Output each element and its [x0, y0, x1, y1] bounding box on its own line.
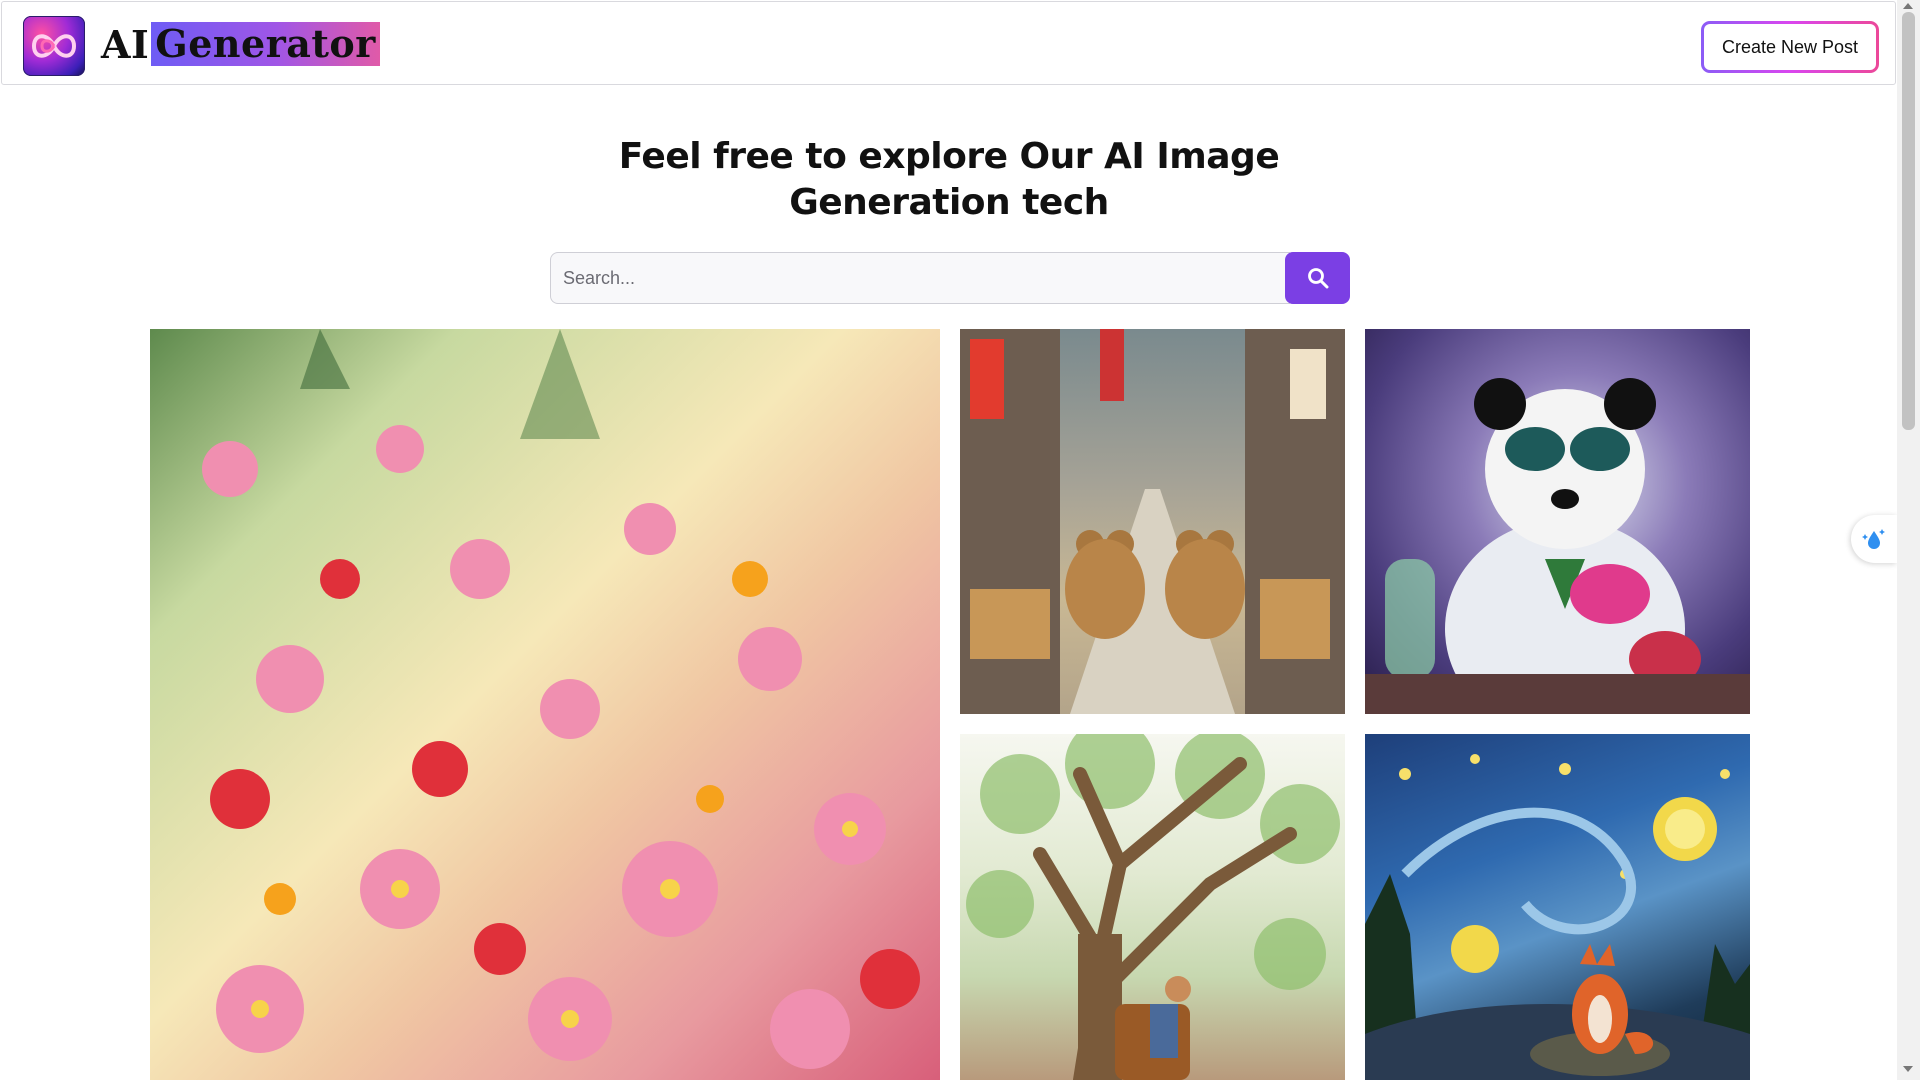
page-title-line1: Feel free to explore Our AI Image — [618, 136, 1280, 177]
starry-fox-image[interactable] — [1365, 734, 1750, 1080]
brand-logotype[interactable]: AI Generator — [101, 21, 380, 67]
brand-generator-text: Generator — [151, 22, 380, 66]
tree-with-man-in-armchair-icon — [966, 734, 1340, 1080]
logo-icon[interactable] — [23, 16, 85, 76]
flowers-image[interactable] — [150, 329, 940, 1080]
page-title-line2: Generation tech — [789, 182, 1109, 223]
search-button[interactable] — [1285, 252, 1350, 304]
floating-assistant-button[interactable] — [1851, 515, 1897, 563]
teddy-bears-street-market-icon — [960, 329, 1345, 714]
create-new-post-button[interactable]: Create New Post — [1701, 21, 1879, 73]
panda-scientist-image[interactable] — [1365, 329, 1750, 714]
page: AI Generator Create New Post Feel free t… — [0, 0, 1897, 1080]
search-bar — [550, 252, 1350, 304]
fox-starry-night-icon — [1365, 754, 1750, 1080]
teddy-bears-market-image[interactable] — [960, 329, 1345, 714]
tree-armchair-image[interactable] — [960, 734, 1345, 1080]
search-icon — [1307, 268, 1328, 289]
page-scrollbar[interactable] — [1897, 0, 1920, 1080]
panda-chemist-icon — [1365, 378, 1750, 714]
scroll-up-arrow-icon[interactable] — [1903, 3, 1913, 9]
pink-cosmos-flowers-icon — [202, 329, 920, 1069]
page-title: Feel free to explore Our AI Image Genera… — [520, 134, 1378, 226]
site-header: AI Generator Create New Post — [1, 1, 1896, 85]
search-input[interactable] — [550, 252, 1290, 304]
scroll-down-arrow-icon[interactable] — [1903, 1066, 1913, 1072]
brand-ai-text: AI — [101, 21, 150, 67]
sparkle-drop-icon — [1862, 529, 1885, 549]
scroll-thumb[interactable] — [1902, 12, 1915, 430]
